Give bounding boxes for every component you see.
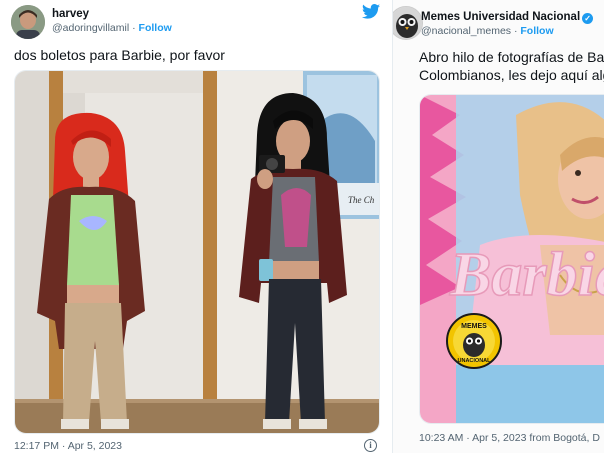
twitter-bird-icon	[362, 4, 380, 20]
author-name[interactable]: harvey	[52, 8, 89, 20]
avatar-image	[11, 5, 45, 39]
avatar[interactable]	[393, 6, 423, 40]
tweet-card-left: harvey @adoringvillamil · Follow dos bol…	[0, 0, 392, 453]
separator-dot: ·	[132, 22, 136, 34]
follow-button[interactable]: Follow	[139, 22, 172, 34]
author-handle-row: @nacional_memes · Follow	[421, 25, 554, 37]
photo-image: The Ch	[15, 71, 379, 433]
author-handle-row: @adoringvillamil · Follow	[52, 22, 172, 34]
tweet-card-right: Memes Universidad Nacional ✓ @nacional_me…	[392, 0, 604, 453]
photo-sign-text: The Ch	[348, 195, 375, 205]
follow-button[interactable]: Follow	[520, 25, 553, 37]
tweet-photo[interactable]: Barbie MEMES UNACIONAL	[419, 94, 604, 424]
author-name[interactable]: Memes Universidad Nacional	[421, 11, 580, 23]
tweet-timestamp[interactable]: 10:23 AM · Apr 5, 2023 from Bogotá, D	[419, 432, 604, 444]
avatar[interactable]	[11, 5, 45, 39]
tweet-text: dos boletos para Barbie, por favor	[14, 47, 225, 63]
tweet-timestamp[interactable]: 12:17 PM · Apr 5, 2023	[14, 440, 122, 452]
separator-dot: ·	[513, 25, 518, 37]
poster-title: Barbie	[449, 241, 604, 309]
author-name-row: Memes Universidad Nacional ✓	[421, 11, 594, 24]
tweet-text-line-2: Colombianos, les dejo aquí alg	[419, 67, 604, 83]
badge-bottom-text: UNACIONAL	[458, 358, 492, 364]
owl-logo-image	[393, 7, 422, 39]
author-handle[interactable]: @adoringvillamil	[52, 22, 129, 34]
badge-top-text: MEMES	[461, 323, 487, 330]
info-icon[interactable]: i	[364, 439, 377, 452]
tweet-text-line-1: Abro hilo de fotografías de Bar	[419, 49, 604, 65]
tweet-photo[interactable]: The Ch	[14, 70, 380, 434]
barbie-poster-image: Barbie MEMES UNACIONAL	[420, 95, 604, 423]
author-handle[interactable]: @nacional_memes	[421, 25, 511, 37]
verified-badge-icon: ✓	[582, 13, 594, 24]
